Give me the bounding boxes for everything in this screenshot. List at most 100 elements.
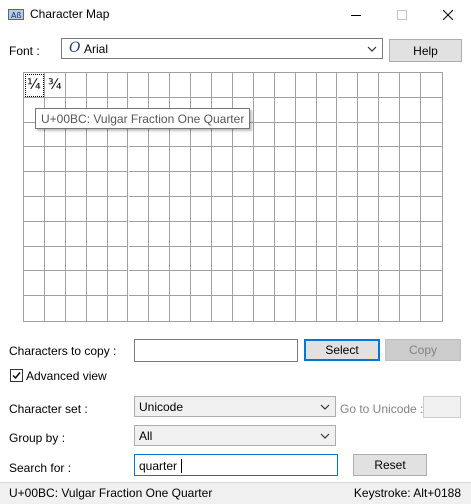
empty-character-cell <box>316 147 338 173</box>
empty-character-cell <box>233 172 254 197</box>
empty-character-cell <box>316 73 338 98</box>
empty-character-cell <box>295 97 317 123</box>
empty-character-cell <box>253 197 275 222</box>
empty-character-cell <box>128 147 150 173</box>
empty-character-cell <box>338 296 359 321</box>
character-map-app-icon: Aß <box>8 9 24 20</box>
empty-character-cell <box>86 271 108 297</box>
empty-character-cell <box>274 197 296 222</box>
empty-character-cell <box>191 73 213 98</box>
empty-character-cell <box>170 147 192 173</box>
empty-character-cell <box>170 197 192 222</box>
advanced-view-checkbox[interactable] <box>10 369 23 382</box>
title-bar[interactable]: Aß Character Map <box>0 0 471 30</box>
empty-character-cell <box>337 271 359 297</box>
reset-button[interactable]: Reset <box>353 454 427 476</box>
help-button[interactable]: Help <box>389 39 462 62</box>
chevron-down-icon <box>320 404 330 410</box>
empty-character-cell <box>379 172 401 197</box>
empty-character-cell <box>24 221 45 247</box>
character-cell[interactable]: ¾ <box>44 73 66 98</box>
empty-character-cell <box>275 296 296 321</box>
empty-character-cell <box>129 296 150 321</box>
group-by-select[interactable]: All <box>134 425 336 446</box>
empty-character-cell <box>253 221 275 247</box>
empty-character-cell <box>44 271 66 297</box>
empty-character-cell <box>45 296 66 321</box>
empty-character-cell <box>379 147 401 173</box>
empty-character-cell <box>24 147 45 173</box>
minimize-button[interactable] <box>333 0 379 30</box>
empty-character-cell <box>191 296 213 321</box>
empty-character-cell <box>421 247 442 272</box>
empty-character-cell <box>65 172 87 197</box>
empty-character-cell <box>170 73 192 98</box>
empty-character-cell <box>128 271 150 297</box>
empty-character-cell <box>191 246 213 272</box>
empty-character-cell <box>274 271 296 297</box>
empty-character-cell <box>87 296 108 321</box>
character-cell[interactable]: ¼ <box>24 73 45 98</box>
empty-character-cell <box>253 73 275 98</box>
close-button[interactable] <box>425 0 471 30</box>
empty-character-cell <box>128 73 150 98</box>
empty-character-cell <box>421 197 442 222</box>
empty-character-cell <box>379 271 401 297</box>
empty-character-cell <box>400 73 422 98</box>
character-set-select[interactable]: Unicode <box>134 396 336 417</box>
empty-character-cell <box>24 246 45 272</box>
status-bar: U+00BC: Vulgar Fraction One Quarter Keys… <box>0 482 471 504</box>
empty-character-cell <box>107 73 129 98</box>
empty-character-cell <box>421 222 442 247</box>
empty-character-cell <box>86 246 108 272</box>
empty-character-cell <box>107 197 129 222</box>
empty-character-cell <box>400 97 422 123</box>
empty-character-cell <box>233 271 254 297</box>
empty-character-cell <box>316 271 338 297</box>
empty-character-cell <box>379 73 401 98</box>
empty-character-cell <box>128 197 150 222</box>
empty-character-cell <box>191 221 213 247</box>
empty-character-cell <box>65 147 87 173</box>
empty-character-cell <box>191 172 213 197</box>
empty-character-cell <box>65 221 87 247</box>
search-input[interactable]: quarter <box>134 454 338 476</box>
select-button[interactable]: Select <box>304 339 380 361</box>
empty-character-cell <box>400 246 422 272</box>
empty-character-cell <box>421 296 442 321</box>
empty-character-cell <box>212 73 233 98</box>
character-set-value: Unicode <box>139 400 184 414</box>
empty-character-cell <box>107 172 129 197</box>
font-select[interactable]: O Arial <box>61 38 383 59</box>
empty-character-cell <box>316 246 338 272</box>
empty-character-cell <box>316 197 338 222</box>
svg-text:Aß: Aß <box>11 11 22 20</box>
empty-character-cell <box>295 221 317 247</box>
empty-character-cell <box>212 197 233 222</box>
font-label: Font : <box>9 44 40 58</box>
checkmark-icon <box>12 372 21 380</box>
empty-character-cell <box>170 221 192 247</box>
empty-character-cell <box>316 221 338 247</box>
empty-character-cell <box>400 197 422 222</box>
empty-character-cell <box>337 122 359 148</box>
empty-character-cell <box>24 296 45 321</box>
empty-character-cell <box>170 246 192 272</box>
empty-character-cell <box>66 296 87 321</box>
characters-to-copy-input[interactable] <box>134 339 298 362</box>
empty-character-cell <box>295 197 317 222</box>
group-by-value: All <box>139 429 153 443</box>
empty-character-cell <box>274 73 296 98</box>
empty-character-cell <box>191 197 213 222</box>
empty-character-cell <box>295 246 317 272</box>
empty-character-cell <box>295 147 317 173</box>
empty-character-cell <box>295 271 317 297</box>
empty-character-cell <box>316 122 338 148</box>
opentype-font-icon: O <box>69 40 81 56</box>
empty-character-cell <box>128 172 150 197</box>
empty-character-cell <box>86 147 108 173</box>
empty-character-cell <box>212 172 233 197</box>
empty-character-cell <box>421 147 442 173</box>
empty-character-cell <box>379 246 401 272</box>
chevron-down-icon <box>320 433 330 439</box>
